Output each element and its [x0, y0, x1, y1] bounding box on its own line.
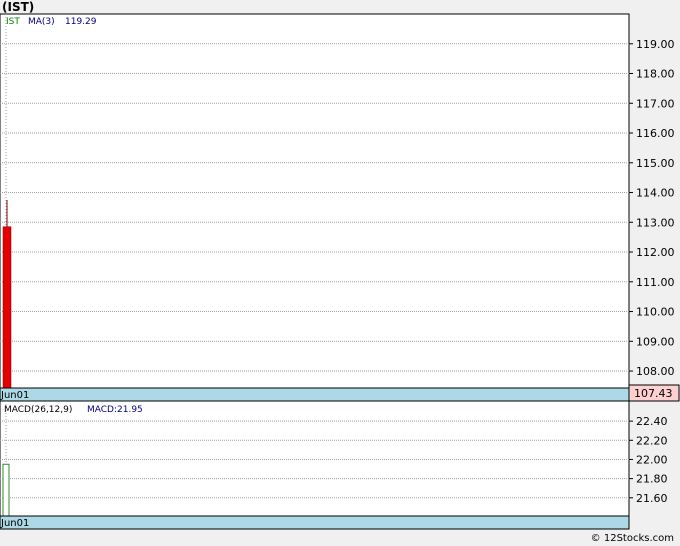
site-credit: © 12Stocks.com — [590, 533, 674, 544]
price-panel — [0, 13, 630, 389]
last-price-label: 107.43 — [634, 387, 673, 400]
price-tick-label: 115.00 — [636, 157, 675, 170]
candle-body — [2, 226, 12, 389]
price-tick-label: 108.00 — [636, 365, 675, 378]
price-legend-ma-label: MA(3) — [28, 17, 55, 27]
macd-bar — [2, 463, 10, 517]
price-tick-label: 109.00 — [636, 335, 675, 348]
macd-x-label: Jun01 — [0, 518, 29, 529]
price-tick-label: 111.00 — [636, 276, 675, 289]
macd-tick-label: 22.40 — [636, 415, 668, 428]
macd-tick-label: 21.80 — [636, 473, 668, 486]
price-y-axis: 108.00 109.00 110.00 111.00 112.00 113.00 114.… — [629, 38, 675, 378]
macd-tick-label: 22.20 — [636, 434, 668, 447]
macd-legend-value: MACD:21.95 — [87, 405, 143, 415]
macd-panel — [0, 400, 630, 517]
price-legend-ma-value: 119.29 — [65, 17, 97, 27]
price-tick-label: 113.00 — [636, 216, 675, 229]
price-tick-label: 117.00 — [636, 97, 675, 110]
macd-bars — [2, 463, 10, 517]
price-tick-label: 116.00 — [636, 127, 675, 140]
macd-tick-label: 22.00 — [636, 453, 668, 466]
price-candles — [2, 199, 12, 389]
price-tick-label: 119.00 — [636, 38, 675, 51]
stock-chart: 108.00 109.00 110.00 111.00 112.00 113.00 114.… — [0, 13, 680, 530]
price-x-label: Jun01 — [0, 390, 29, 401]
price-tick-label: 112.00 — [636, 246, 675, 259]
macd-tick-label: 21.60 — [636, 492, 668, 505]
price-tick-label: 110.00 — [636, 306, 675, 319]
price-date-strip — [0, 387, 630, 402]
macd-date-strip — [0, 515, 630, 530]
price-tick-label: 114.00 — [636, 187, 675, 200]
macd-y-axis: 21.60 21.80 22.00 22.20 22.40 — [629, 415, 668, 505]
price-legend-symbol: IST — [6, 17, 20, 27]
macd-legend-label: MACD(26,12,9) — [4, 405, 72, 415]
price-tick-label: 118.00 — [636, 68, 675, 81]
